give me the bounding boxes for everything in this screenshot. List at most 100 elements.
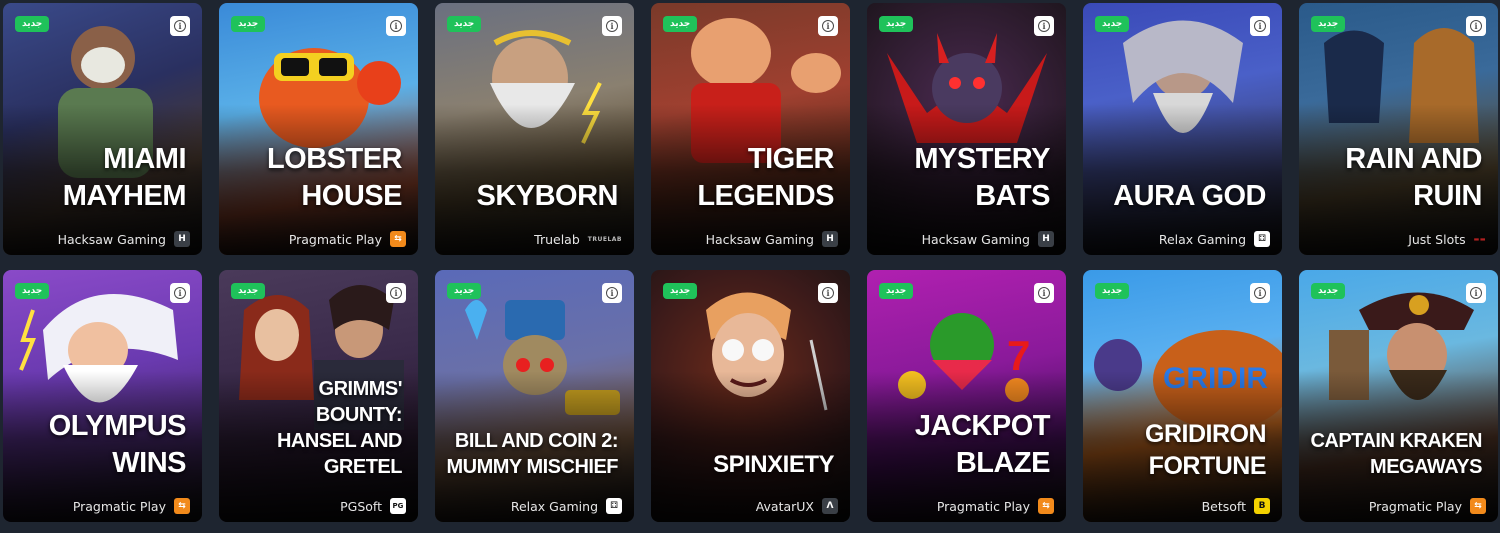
game-title: JACKPOT BLAZE: [914, 410, 1051, 479]
info-button[interactable]: i: [818, 283, 838, 303]
betsoft-logo-icon: B: [1254, 498, 1270, 514]
provider-name: Relax Gaming: [510, 498, 598, 514]
provider-name: Pragmatic Play: [1368, 498, 1462, 514]
info-button[interactable]: i: [170, 16, 190, 36]
info-icon: i: [390, 287, 402, 299]
pgsoft-logo-icon: PG: [390, 498, 406, 514]
pragmatic-logo-icon: ⇆: [174, 498, 190, 514]
game-title: TIGER LEGENDS: [697, 143, 834, 212]
hacksaw-logo-icon: H: [822, 231, 838, 247]
provider: Truelab TRUELAB: [443, 231, 622, 247]
truelab-logo-icon: TRUELAB: [587, 235, 622, 243]
info-icon: i: [1254, 287, 1266, 299]
info-icon: i: [1470, 20, 1482, 32]
game-card-rain-and-ruin[interactable]: جديد i RAIN AND RUIN Just Slots ▬▬: [1299, 3, 1498, 255]
game-card-jackpot-blaze[interactable]: 7 جديد i JACKPOT BLAZE Pragmatic Play ⇆: [867, 270, 1066, 522]
info-button[interactable]: i: [602, 283, 622, 303]
game-title: RAIN AND RUIN: [1345, 143, 1482, 212]
game-card-grimms-bounty[interactable]: جديد i GRIMMS' BOUNTY: HANSEL AND GRETEL …: [219, 270, 418, 522]
provider-name: Hacksaw Gaming: [705, 231, 814, 247]
provider-name: Betsoft: [1201, 498, 1246, 514]
relax-logo-icon: ⚃: [1254, 231, 1270, 247]
provider-name: Hacksaw Gaming: [921, 231, 1030, 247]
provider: Relax Gaming ⚃: [443, 498, 622, 514]
info-button[interactable]: i: [1034, 283, 1054, 303]
game-card-aura-god[interactable]: جديد i AURA GOD Relax Gaming ⚃: [1083, 3, 1282, 255]
provider: Hacksaw Gaming H: [875, 231, 1054, 247]
info-icon: i: [1038, 20, 1050, 32]
game-title: OLYMPUS WINS: [48, 410, 187, 479]
new-badge: جديد: [15, 16, 50, 32]
provider: Hacksaw Gaming H: [11, 231, 190, 247]
info-button[interactable]: i: [1466, 16, 1486, 36]
new-badge: جديد: [1095, 283, 1130, 299]
new-badge: جديد: [663, 16, 698, 32]
provider: Pragmatic Play ⇆: [875, 498, 1054, 514]
hacksaw-logo-icon: H: [174, 231, 190, 247]
game-card-skyborn[interactable]: جديد i SKYBORN Truelab TRUELAB: [435, 3, 634, 255]
info-icon: i: [174, 287, 186, 299]
game-title: GRIDIRON FORTUNE: [1145, 420, 1267, 480]
relax-logo-icon: ⚃: [606, 498, 622, 514]
info-button[interactable]: i: [170, 283, 190, 303]
info-icon: i: [390, 20, 402, 32]
game-card-olympus-wins[interactable]: جديد i OLYMPUS WINS Pragmatic Play ⇆: [3, 270, 202, 522]
game-card-lobster-house[interactable]: جديد i LOBSTER HOUSE Pragmatic Play ⇆: [219, 3, 418, 255]
info-button[interactable]: i: [602, 16, 622, 36]
info-icon: i: [606, 20, 618, 32]
info-button[interactable]: i: [386, 16, 406, 36]
provider-name: Hacksaw Gaming: [57, 231, 166, 247]
info-icon: i: [174, 20, 186, 32]
pragmatic-logo-icon: ⇆: [1038, 498, 1054, 514]
provider: Pragmatic Play ⇆: [1307, 498, 1486, 514]
info-icon: i: [606, 287, 618, 299]
pragmatic-logo-icon: ⇆: [390, 231, 406, 247]
info-button[interactable]: i: [818, 16, 838, 36]
game-card-mystery-bats[interactable]: جديد i MYSTERY BATS Hacksaw Gaming H: [867, 3, 1066, 255]
hacksaw-logo-icon: H: [1038, 231, 1054, 247]
info-icon: i: [1470, 287, 1482, 299]
game-card-captain-kraken[interactable]: جديد i CAPTAIN KRAKEN MEGAWAYS Pragmatic …: [1299, 270, 1498, 522]
game-title: GRIMMS' BOUNTY: HANSEL AND GRETEL: [276, 378, 403, 478]
provider-name: Pragmatic Play: [72, 498, 166, 514]
provider-name: Truelab: [534, 231, 580, 247]
provider-name: Pragmatic Play: [288, 231, 382, 247]
provider: Betsoft B: [1091, 498, 1270, 514]
game-card-miami-mayhem[interactable]: جديد i MIAMI MAYHEM Hacksaw Gaming H: [3, 3, 202, 255]
game-title: SKYBORN: [476, 180, 618, 212]
provider: PGSoft PG: [227, 498, 406, 514]
provider: AvatarUX Λ: [659, 498, 838, 514]
info-icon: i: [1038, 287, 1050, 299]
provider: Just Slots ▬▬: [1307, 231, 1486, 247]
info-icon: i: [822, 287, 834, 299]
provider: Hacksaw Gaming H: [659, 231, 838, 247]
game-card-bill-and-coin-2[interactable]: جديد i BILL AND COIN 2: MUMMY MISCHIEF Re…: [435, 270, 634, 522]
game-card-spinxiety[interactable]: جديد i SPINXIETY AvatarUX Λ: [651, 270, 850, 522]
new-badge: جديد: [447, 283, 482, 299]
new-badge: جديد: [663, 283, 698, 299]
info-button[interactable]: i: [386, 283, 406, 303]
game-title: MYSTERY BATS: [914, 143, 1050, 212]
info-button[interactable]: i: [1466, 283, 1486, 303]
provider: Pragmatic Play ⇆: [227, 231, 406, 247]
new-badge: جديد: [231, 283, 266, 299]
new-badge: جديد: [1095, 16, 1130, 32]
provider-name: Pragmatic Play: [936, 498, 1030, 514]
game-title: MIAMI MAYHEM: [62, 143, 187, 212]
game-title: BILL AND COIN 2: MUMMY MISCHIEF: [446, 430, 618, 478]
game-grid: جديد i MIAMI MAYHEM Hacksaw Gaming H جديد …: [3, 3, 1498, 522]
game-title: AURA GOD: [1113, 180, 1266, 212]
game-title: CAPTAIN KRAKEN MEGAWAYS: [1310, 430, 1482, 478]
new-badge: جديد: [1311, 16, 1346, 32]
new-badge: جديد: [447, 16, 482, 32]
info-button[interactable]: i: [1250, 16, 1270, 36]
game-card-tiger-legends[interactable]: جديد i TIGER LEGENDS Hacksaw Gaming H: [651, 3, 850, 255]
new-badge: جديد: [1311, 283, 1346, 299]
info-button[interactable]: i: [1250, 283, 1270, 303]
game-title: LOBSTER HOUSE: [266, 143, 403, 212]
info-button[interactable]: i: [1034, 16, 1054, 36]
provider-name: Relax Gaming: [1158, 231, 1246, 247]
new-badge: جديد: [879, 16, 914, 32]
new-badge: جديد: [231, 16, 266, 32]
game-card-gridiron-fortune[interactable]: GRIDIR جديد i GRIDIRONFORTUNE BetsoftB: [1083, 270, 1282, 522]
